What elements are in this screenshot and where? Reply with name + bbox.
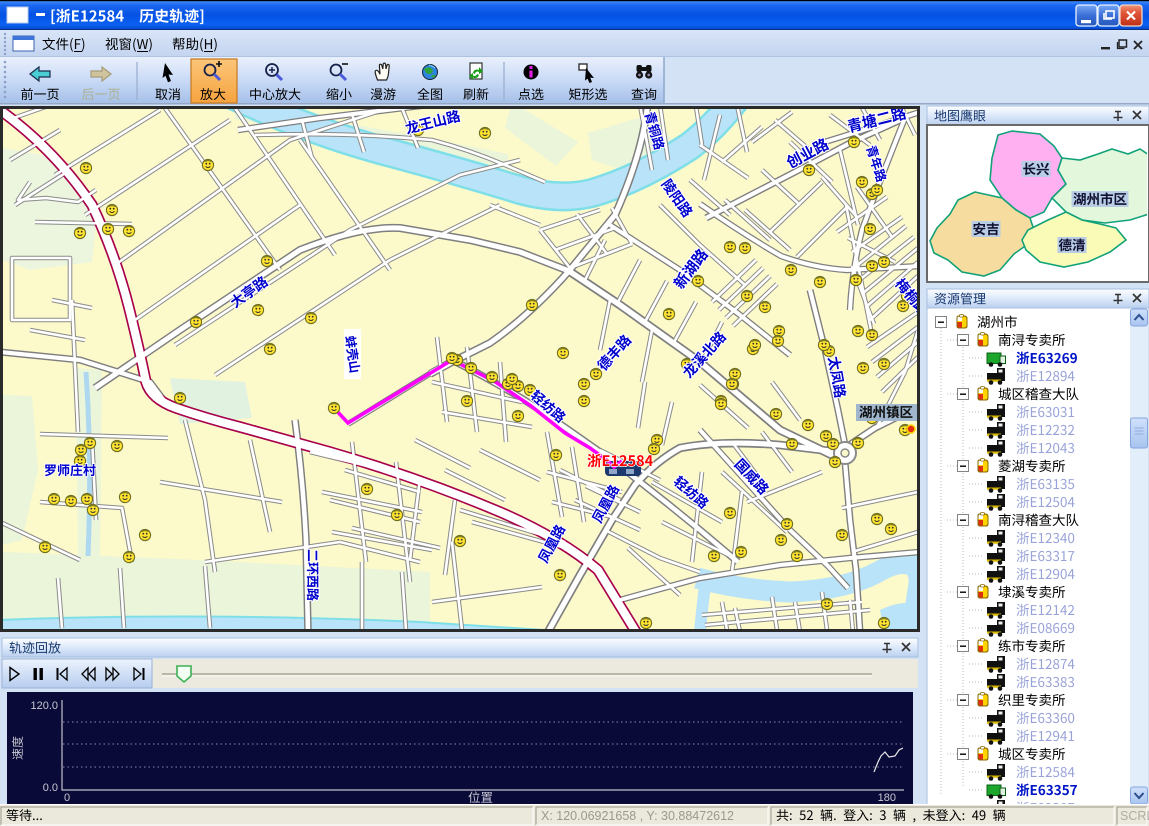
svg-text:0: 0 bbox=[64, 792, 70, 804]
svg-text:120.0: 120.0 bbox=[30, 700, 58, 712]
svg-text:0.0: 0.0 bbox=[43, 782, 58, 794]
svg-text:X: 120.06921658 , Y: 30.884726: X: 120.06921658 , Y: 30.88472612 bbox=[541, 809, 734, 823]
svg-text:180: 180 bbox=[878, 792, 896, 804]
svg-text:SCRL: SCRL bbox=[1120, 809, 1149, 823]
